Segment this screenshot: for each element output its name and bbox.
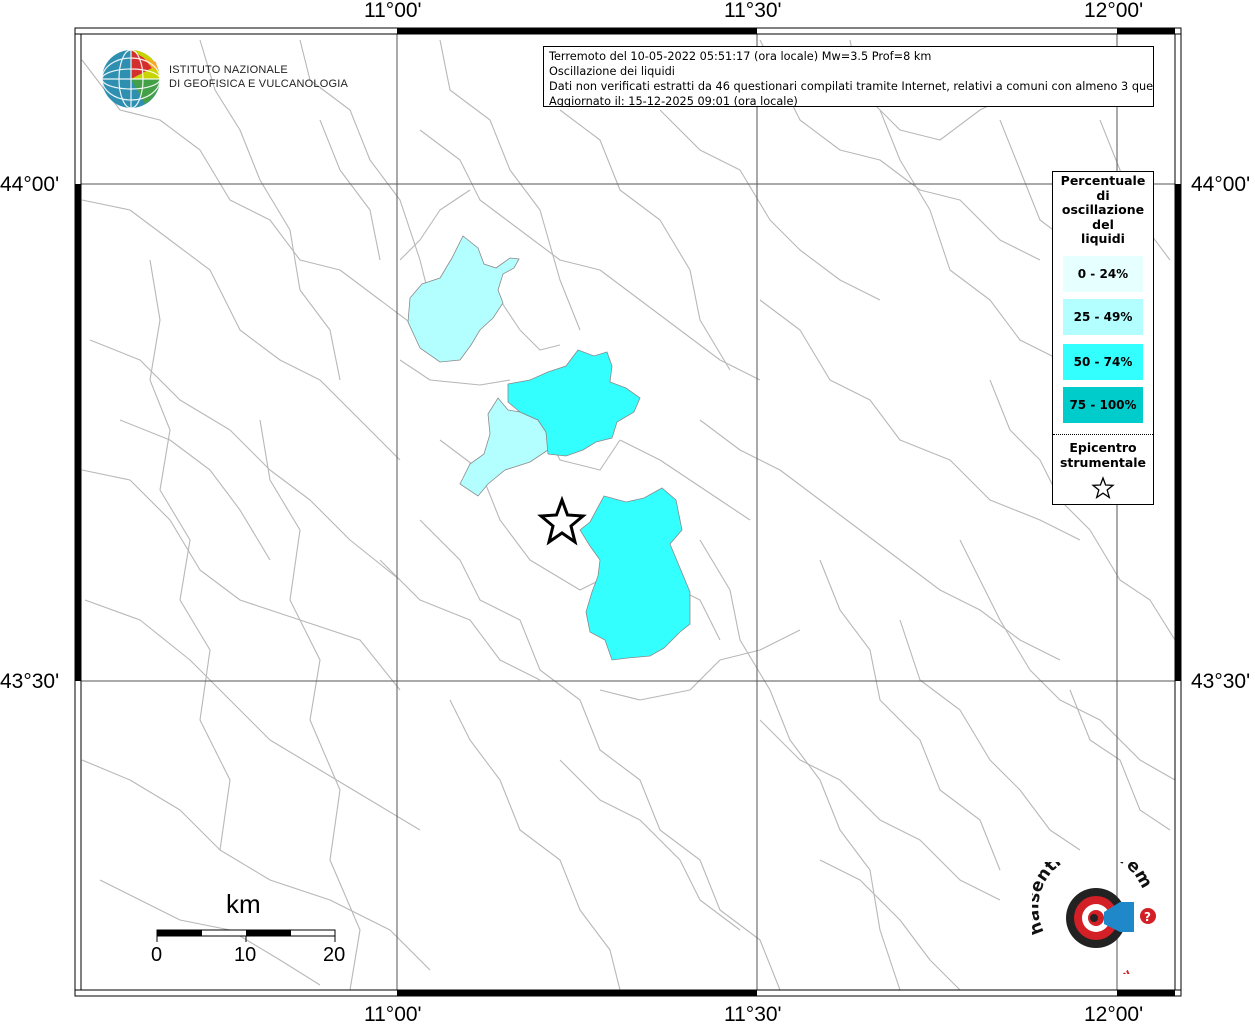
- lat-label-right-1: 44°00': [1191, 173, 1251, 196]
- earthquake-info-box: Terremoto del 10-05-2022 05:51:17 (ora l…: [543, 46, 1154, 107]
- lon-label-bottom-1: 11°00': [364, 1003, 422, 1026]
- lon-label-top-1: 11°00': [364, 0, 422, 22]
- legend-class-50-74: 50 - 74%: [1063, 344, 1143, 380]
- lat-label-right-2: 43°30': [1191, 670, 1251, 693]
- ingv-line-1: ISTITUTO NAZIONALE: [169, 64, 288, 76]
- legend-class-25-49: 25 - 49%: [1063, 299, 1143, 335]
- info-line-source: Dati non verificati estratti da 46 quest…: [549, 80, 1154, 93]
- svg-text:www: www: [1101, 966, 1134, 974]
- ingv-line-2: DI GEOFISICA E VULCANOLOGIA: [169, 78, 348, 90]
- legend-epicenter-label: Epicentro strumentale: [1053, 440, 1153, 470]
- info-line-updated: Aggiornato il: 15-12-2025 09:01 (ora loc…: [549, 95, 798, 107]
- lat-label-left-1: 44°00': [0, 173, 60, 196]
- scale-label-0: 0: [151, 944, 163, 966]
- legend-epicenter-line: strumentale: [1059, 455, 1147, 470]
- legend-title-line: oscillazione: [1061, 202, 1145, 217]
- info-line-event: Terremoto del 10-05-2022 05:51:17 (ora l…: [549, 50, 932, 63]
- logo-www-text: www: [1101, 966, 1134, 974]
- lon-label-top-3: 12°00': [1084, 0, 1144, 22]
- legend-title-line: di: [1096, 187, 1110, 203]
- lon-label-top-2: 11°30': [724, 0, 782, 22]
- legend-class-75-100: 75 - 100%: [1063, 387, 1143, 423]
- legend-class-label: 25 - 49%: [1073, 310, 1133, 324]
- ingv-globe-icon: [101, 49, 161, 109]
- lat-label-left-2: 43°30': [0, 670, 60, 693]
- legend-class-label: 0 - 24%: [1077, 267, 1129, 281]
- legend-star-icon: [1091, 476, 1115, 500]
- legend-class-label: 75 - 100%: [1069, 398, 1137, 412]
- haisentito-logo-icon: haisentitoilterremoto.it www ?: [1032, 862, 1156, 974]
- legend-title-line: del: [1092, 216, 1114, 232]
- legend-class-0-24: 0 - 24%: [1063, 256, 1143, 292]
- ingv-logo-text: ISTITUTO NAZIONALE DI GEOFISICA E VULCAN…: [169, 63, 348, 91]
- scale-unit-label: km: [226, 889, 261, 919]
- svg-text:?: ?: [1144, 910, 1151, 924]
- scale-label-10: 10: [234, 944, 257, 966]
- legend-epicenter-line: Epicentro: [1069, 440, 1137, 455]
- info-line-parameter: Oscillazione dei liquidi: [549, 65, 675, 78]
- scale-label-20: 20: [323, 944, 346, 966]
- lon-label-bottom-3: 12°00': [1084, 1003, 1144, 1026]
- legend-title-line: liquidi: [1081, 231, 1125, 246]
- lon-label-bottom-2: 11°30': [724, 1003, 782, 1026]
- legend-title-line: Percentuale: [1060, 173, 1146, 188]
- legend-separator: [1053, 434, 1153, 435]
- legend-class-label: 50 - 74%: [1073, 355, 1133, 369]
- legend: Percentuale di oscillazione del liquidi …: [1052, 171, 1154, 505]
- legend-title: Percentuale di oscillazione del liquidi: [1053, 173, 1153, 247]
